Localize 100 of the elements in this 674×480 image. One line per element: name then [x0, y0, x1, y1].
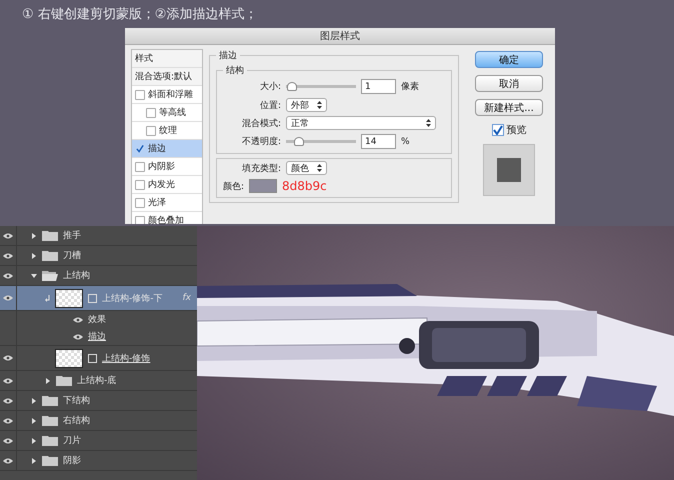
folder-icon — [42, 435, 58, 446]
expand-arrow-icon[interactable] — [31, 232, 37, 238]
eye-icon[interactable] — [3, 378, 13, 384]
collapse-arrow-icon[interactable] — [31, 272, 37, 278]
style-list-item[interactable]: 斜面和浮雕 — [132, 86, 202, 104]
eye-icon[interactable] — [3, 418, 13, 424]
layer-thumbnail — [55, 288, 83, 308]
dialog-button[interactable]: 确定 — [475, 51, 543, 68]
eye-icon[interactable] — [3, 458, 13, 464]
number-field[interactable]: 14 — [361, 134, 396, 149]
expand-arrow-icon[interactable] — [45, 378, 51, 384]
layer-name[interactable]: 推手 — [63, 229, 81, 242]
expand-arrow-icon[interactable] — [31, 438, 37, 444]
color-swatch[interactable] — [249, 179, 278, 193]
eye-icon[interactable] — [3, 355, 13, 361]
checkbox[interactable] — [146, 108, 156, 118]
caption-text: ① 右键创建剪切蒙版；②添加描边样式； — [22, 6, 258, 23]
layer-row[interactable]: 刀片 — [0, 431, 197, 451]
layer-thumbnail — [55, 348, 83, 368]
eye-icon[interactable] — [3, 295, 13, 301]
checkbox[interactable] — [146, 126, 156, 136]
field-label: 位置: — [258, 100, 281, 112]
checkbox[interactable] — [135, 216, 145, 224]
preview-label: 预览 — [506, 124, 526, 137]
checkbox[interactable] — [135, 180, 145, 190]
layer-name[interactable]: 刀片 — [63, 434, 81, 447]
style-list-item[interactable]: 样式 — [132, 50, 202, 68]
layer-row[interactable]: 上结构-修饰 — [0, 346, 197, 371]
check-icon — [492, 125, 502, 135]
number-field[interactable]: 1 — [361, 79, 396, 94]
layer-name[interactable]: 上结构-底 — [77, 374, 116, 387]
mask-link-icon — [88, 354, 97, 362]
layer-name[interactable]: 下结构 — [63, 394, 90, 407]
checkbox[interactable] — [135, 90, 145, 100]
style-list-item[interactable]: 等高线 — [132, 104, 202, 122]
folder-icon — [42, 230, 58, 241]
folder-icon — [42, 455, 58, 466]
slider-thumb[interactable] — [287, 82, 298, 91]
field-label: 填充类型: — [240, 162, 281, 174]
field-label: 混合模式: — [240, 118, 281, 130]
layer-name[interactable]: 阴影 — [63, 454, 81, 467]
field-label: 大小: — [258, 80, 281, 93]
expand-arrow-icon[interactable] — [31, 398, 37, 404]
dropdown[interactable]: 正常 — [286, 116, 436, 130]
expand-arrow-icon[interactable] — [31, 418, 37, 424]
style-list-item[interactable]: 内发光 — [132, 176, 202, 194]
preview-thumbnail — [483, 144, 535, 196]
folder-icon — [56, 375, 72, 386]
group-title: 结构 — [225, 64, 245, 77]
eye-icon[interactable] — [3, 438, 13, 444]
folder-icon — [42, 270, 58, 281]
eye-icon[interactable] — [73, 316, 83, 322]
checkbox[interactable] — [135, 198, 145, 208]
layer-row[interactable]: 下结构 — [0, 391, 197, 411]
style-list-item[interactable]: 混合选项:默认 — [132, 68, 202, 86]
eye-icon[interactable] — [3, 252, 13, 258]
dialog-button[interactable]: 取消 — [475, 75, 543, 92]
color-code-note: 8d8b9c — [282, 179, 327, 193]
unit-label: % — [401, 136, 410, 146]
effect-name[interactable]: 描边 — [88, 330, 106, 343]
layer-row[interactable]: 上结构-底 — [0, 371, 197, 391]
effect-name[interactable]: 效果 — [88, 313, 106, 326]
dialog-button[interactable]: 新建样式... — [475, 99, 543, 116]
unit-label: 像素 — [401, 80, 419, 93]
style-list-item[interactable]: 描边 — [132, 140, 202, 158]
mask-link-icon — [88, 294, 97, 302]
layer-name[interactable]: 上结构 — [63, 269, 90, 282]
style-list-item[interactable]: 内阴影 — [132, 158, 202, 176]
checkbox[interactable] — [135, 144, 145, 154]
expand-arrow-icon[interactable] — [31, 252, 37, 258]
eye-icon[interactable] — [3, 272, 13, 278]
slider-thumb[interactable] — [294, 137, 304, 146]
dropdown[interactable]: 外部 — [286, 98, 327, 112]
layer-row[interactable]: 阴影 — [0, 451, 197, 471]
layer-row[interactable]: 刀槽 — [0, 246, 197, 266]
dialog-title: 图层样式 — [320, 30, 360, 43]
layer-row[interactable]: 推手 — [0, 226, 197, 246]
folder-icon — [42, 415, 58, 426]
eye-icon[interactable] — [3, 232, 13, 238]
eye-icon[interactable] — [73, 334, 83, 340]
updown-icon — [426, 119, 431, 127]
layer-name[interactable]: 上结构-修饰 — [102, 352, 150, 364]
field-label: 不透明度: — [240, 136, 281, 148]
layer-name[interactable]: 刀槽 — [63, 249, 81, 262]
preview-checkbox[interactable] — [492, 124, 504, 136]
dropdown[interactable]: 颜色 — [286, 161, 327, 175]
section-title: 描边 — [218, 50, 238, 62]
style-list-item[interactable]: 光泽 — [132, 194, 202, 212]
folder-icon — [42, 395, 58, 406]
updown-icon — [317, 101, 322, 109]
updown-icon — [317, 164, 322, 172]
layer-name[interactable]: 右结构 — [63, 414, 90, 427]
eye-icon[interactable] — [3, 398, 13, 404]
layer-row[interactable]: 右结构 — [0, 411, 197, 431]
expand-arrow-icon[interactable] — [31, 458, 37, 464]
folder-icon — [42, 250, 58, 261]
field-label: 颜色: — [223, 180, 244, 192]
slider-track[interactable] — [286, 82, 356, 91]
check-icon — [136, 144, 144, 153]
checkbox[interactable] — [135, 162, 145, 172]
